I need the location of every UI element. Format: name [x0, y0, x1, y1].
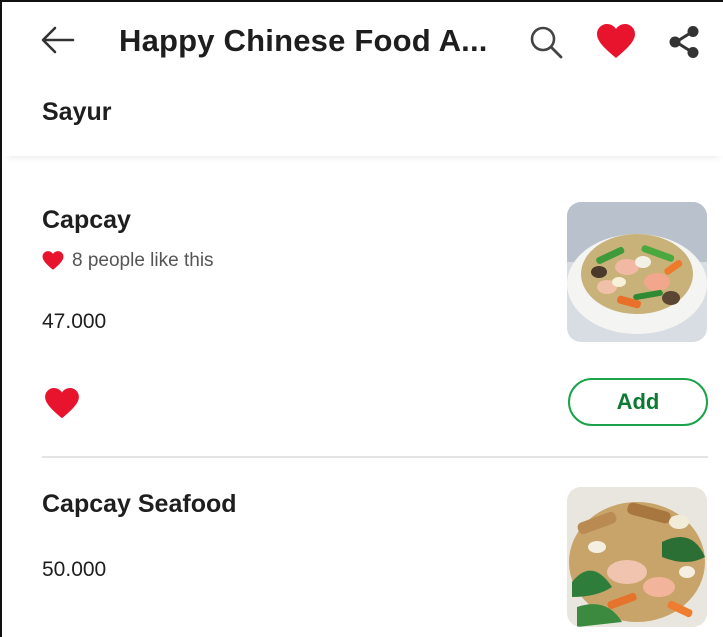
heart-icon — [42, 251, 64, 270]
top-app-bar: Happy Chinese Food A... — [2, 2, 723, 80]
category-title: Sayur — [42, 98, 112, 126]
capcay-food-image — [567, 202, 707, 342]
heart-icon — [45, 388, 79, 419]
share-button[interactable] — [664, 22, 704, 62]
back-arrow-icon — [41, 26, 75, 54]
app-screen: Happy Chinese Food A... Sayur Capcay 8 p… — [0, 0, 723, 637]
like-item-button[interactable] — [42, 384, 82, 424]
item-price: 50.000 — [42, 558, 107, 581]
page-title: Happy Chinese Food A... — [119, 23, 488, 58]
favorite-restaurant-button[interactable] — [596, 22, 636, 62]
search-icon — [530, 26, 563, 59]
item-name: Capcay — [42, 206, 131, 234]
likes-text: 8 people like this — [72, 250, 214, 271]
search-button[interactable] — [526, 22, 566, 62]
item-price: 47.000 — [42, 310, 107, 333]
add-button[interactable]: Add — [568, 378, 708, 426]
item-name: Capcay Seafood — [42, 490, 237, 518]
share-icon — [669, 26, 699, 58]
item-image[interactable] — [567, 487, 707, 627]
item-likes: 8 people like this — [42, 250, 214, 272]
heart-icon — [597, 24, 635, 58]
item-divider — [42, 456, 708, 458]
capcay-seafood-food-image — [567, 487, 707, 627]
category-header: Sayur — [2, 80, 723, 156]
back-button[interactable] — [38, 22, 78, 58]
item-image[interactable] — [567, 202, 707, 342]
